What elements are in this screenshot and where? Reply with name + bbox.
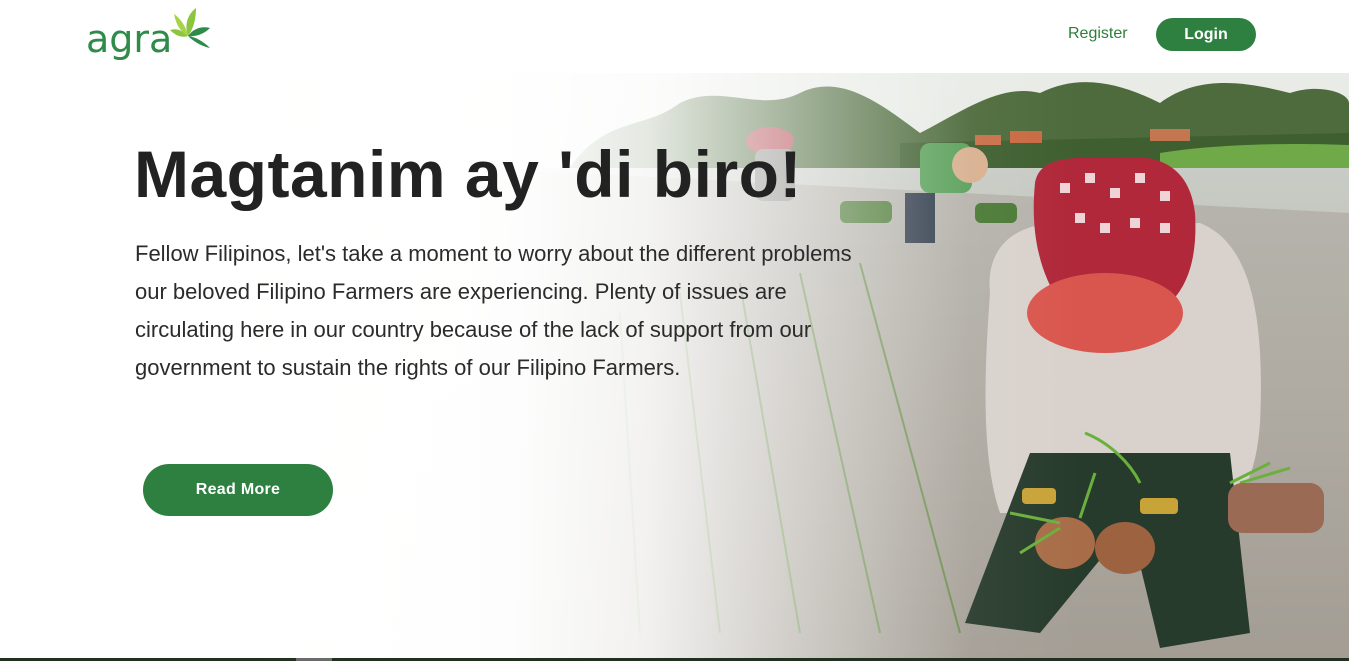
agra-logo[interactable]: agra bbox=[86, 8, 210, 62]
read-more-button[interactable]: Read More bbox=[143, 464, 333, 516]
site-header: agra Register Login bbox=[0, 0, 1349, 73]
register-link[interactable]: Register bbox=[1068, 25, 1128, 43]
hero-description: Fellow Filipinos, let's take a moment to… bbox=[135, 241, 852, 380]
page: agra Register Login Magtanim ay 'di biro… bbox=[0, 0, 1349, 661]
login-button[interactable]: Login bbox=[1156, 18, 1256, 51]
hero-title: Magtanim ay 'di biro! bbox=[134, 137, 802, 211]
logo-wordmark: agra bbox=[86, 17, 173, 61]
leaf-icon bbox=[170, 8, 210, 48]
hero-section: Magtanim ay 'di biro! Fellow Filipinos, … bbox=[0, 73, 1349, 658]
